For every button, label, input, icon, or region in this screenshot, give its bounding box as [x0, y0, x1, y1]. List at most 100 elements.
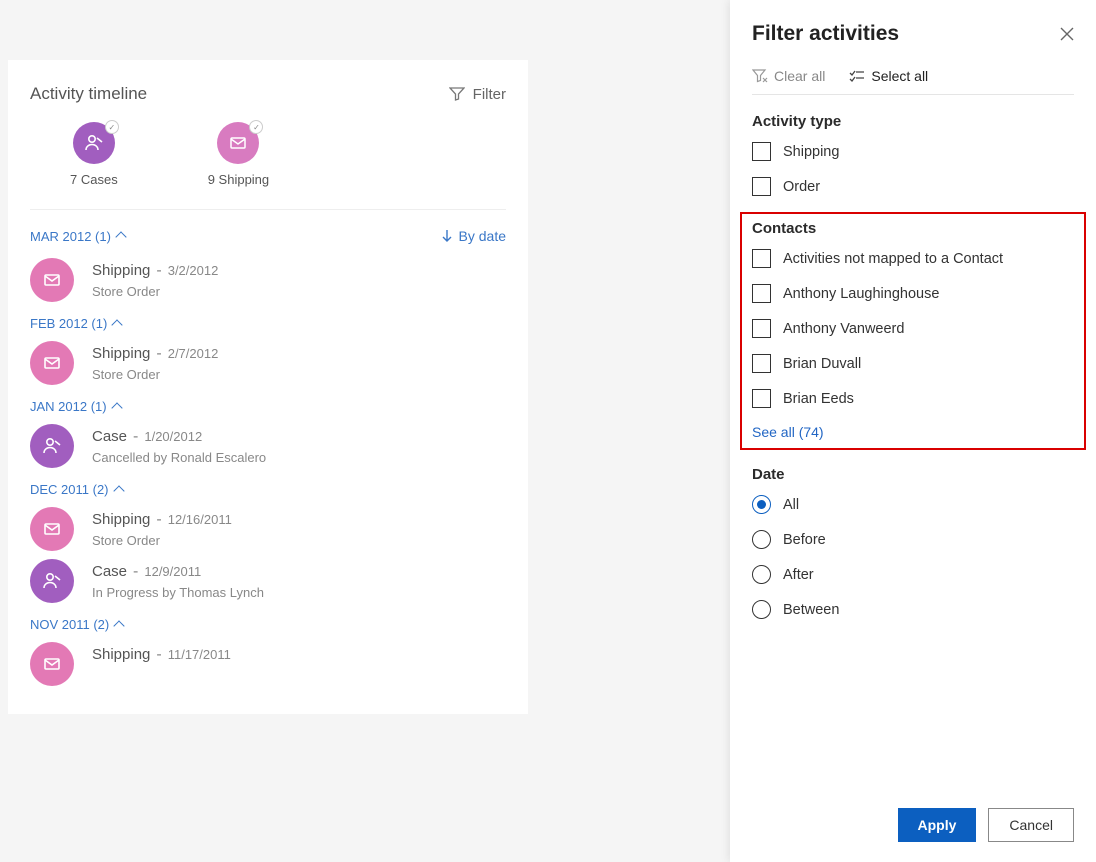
item-subtitle: Cancelled by Ronald Escalero	[92, 450, 266, 465]
summary-cases[interactable]: ✓ 7 Cases	[70, 122, 118, 187]
sort-by-date[interactable]: By date	[441, 228, 506, 244]
case-icon-circle	[30, 424, 74, 468]
activity-type-title: Activity type	[752, 113, 1074, 130]
group-header[interactable]: JAN 2012 (1)	[30, 399, 506, 414]
arrow-down-icon	[441, 229, 453, 243]
mail-icon	[42, 353, 62, 373]
item-date: 12/16/2011	[168, 512, 232, 527]
filter-button[interactable]: Filter	[449, 86, 506, 103]
contacts-section-highlight: Contacts Activities not mapped to a Cont…	[740, 212, 1086, 450]
funnel-clear-icon	[752, 69, 768, 84]
radio-label: Between	[783, 602, 839, 618]
item-date: 12/9/2011	[144, 564, 201, 579]
checkbox[interactable]	[752, 249, 771, 268]
checkbox[interactable]	[752, 389, 771, 408]
radio-label: Before	[783, 532, 826, 548]
check-icon: ✓	[105, 120, 119, 134]
activity-type-option[interactable]: Shipping	[752, 142, 1074, 161]
checkbox[interactable]	[752, 284, 771, 303]
timeline-item[interactable]: Shipping-3/2/2012Store Order	[30, 258, 506, 302]
checkbox[interactable]	[752, 177, 771, 196]
divider	[30, 209, 506, 210]
close-button[interactable]	[1060, 27, 1074, 41]
clear-all-button[interactable]: Clear all	[752, 68, 825, 84]
radio[interactable]	[752, 530, 771, 549]
item-date: 11/17/2011	[168, 647, 231, 662]
summary-row: ✓ 7 Cases ✓ 9 Shipping	[30, 122, 506, 187]
sort-row: MAR 2012 (1) By date	[30, 228, 506, 244]
timeline-item[interactable]: Case-12/9/2011In Progress by Thomas Lync…	[30, 559, 506, 603]
group-header[interactable]: DEC 2011 (2)	[30, 482, 506, 497]
date-option[interactable]: After	[752, 565, 1074, 584]
panel-actions: Clear all Select all	[752, 68, 1074, 95]
item-type: Case	[92, 428, 127, 445]
item-date: 2/7/2012	[168, 346, 219, 361]
mail-icon	[42, 519, 62, 539]
summary-shipping[interactable]: ✓ 9 Shipping	[208, 122, 269, 187]
see-all-contacts-link[interactable]: See all (74)	[752, 424, 1074, 440]
date-option[interactable]: All	[752, 495, 1074, 514]
card-header: Activity timeline Filter	[30, 84, 506, 104]
mail-icon	[42, 654, 62, 674]
panel-footer: Apply Cancel	[730, 794, 1096, 862]
checkbox[interactable]	[752, 354, 771, 373]
filter-panel: Filter activities Clear all Select all A…	[730, 0, 1096, 862]
item-type: Shipping	[92, 511, 150, 528]
timeline-item[interactable]: Case-1/20/2012Cancelled by Ronald Escale…	[30, 424, 506, 468]
item-date: 1/20/2012	[144, 429, 202, 444]
shipping-icon-circle	[30, 642, 74, 686]
timeline-item[interactable]: Shipping-12/16/2011Store Order	[30, 507, 506, 551]
activity-type-options: Shipping Order	[752, 142, 1074, 196]
person-icon	[84, 133, 104, 153]
shipping-icon-circle	[30, 341, 74, 385]
checkbox-label: Order	[783, 179, 820, 195]
group-header-mar-2012[interactable]: MAR 2012 (1)	[30, 229, 125, 244]
checkbox[interactable]	[752, 142, 771, 161]
date-title: Date	[752, 466, 1074, 483]
main-content: Activity timeline Filter ✓ 7 Cases ✓ 9 S…	[0, 0, 730, 714]
contact-option[interactable]: Brian Duvall	[752, 354, 1074, 373]
person-icon	[42, 436, 62, 456]
close-icon	[1060, 27, 1074, 41]
checkbox-label: Shipping	[783, 144, 839, 160]
panel-body: Clear all Select all Activity type Shipp…	[730, 60, 1096, 794]
timeline-item[interactable]: Shipping-11/17/2011	[30, 642, 506, 686]
contact-option[interactable]: Brian Eeds	[752, 389, 1074, 408]
item-subtitle: Store Order	[92, 284, 218, 299]
activity-timeline-card: Activity timeline Filter ✓ 7 Cases ✓ 9 S…	[8, 60, 528, 714]
chevron-up-icon	[115, 231, 126, 242]
shipping-icon-circle	[30, 258, 74, 302]
contact-option[interactable]: Activities not mapped to a Contact	[752, 249, 1074, 268]
item-type: Shipping	[92, 646, 150, 663]
date-option[interactable]: Between	[752, 600, 1074, 619]
shipping-circle: ✓	[217, 122, 259, 164]
chevron-up-icon	[112, 319, 123, 330]
activity-type-option[interactable]: Order	[752, 177, 1074, 196]
radio[interactable]	[752, 600, 771, 619]
shipping-icon-circle	[30, 507, 74, 551]
group-header[interactable]: NOV 2011 (2)	[30, 617, 506, 632]
checkbox-label: Activities not mapped to a Contact	[783, 251, 1003, 267]
mail-icon	[228, 133, 248, 153]
person-icon	[42, 571, 62, 591]
contacts-title: Contacts	[752, 220, 1074, 237]
cases-circle: ✓	[73, 122, 115, 164]
timeline-item[interactable]: Shipping-2/7/2012Store Order	[30, 341, 506, 385]
panel-header: Filter activities	[730, 0, 1096, 60]
apply-button[interactable]: Apply	[898, 808, 977, 842]
chevron-up-icon	[111, 402, 122, 413]
radio[interactable]	[752, 565, 771, 584]
checkbox[interactable]	[752, 319, 771, 338]
date-option[interactable]: Before	[752, 530, 1074, 549]
chevron-up-icon	[114, 620, 125, 631]
item-date: 3/2/2012	[168, 263, 219, 278]
contact-option[interactable]: Anthony Vanweerd	[752, 319, 1074, 338]
group-header[interactable]: FEB 2012 (1)	[30, 316, 506, 331]
radio[interactable]	[752, 495, 771, 514]
contact-option[interactable]: Anthony Laughinghouse	[752, 284, 1074, 303]
checkbox-label: Brian Duvall	[783, 356, 861, 372]
timeline-title: Activity timeline	[30, 84, 147, 104]
cancel-button[interactable]: Cancel	[988, 808, 1074, 842]
select-all-button[interactable]: Select all	[849, 68, 928, 84]
checkbox-label: Brian Eeds	[783, 391, 854, 407]
